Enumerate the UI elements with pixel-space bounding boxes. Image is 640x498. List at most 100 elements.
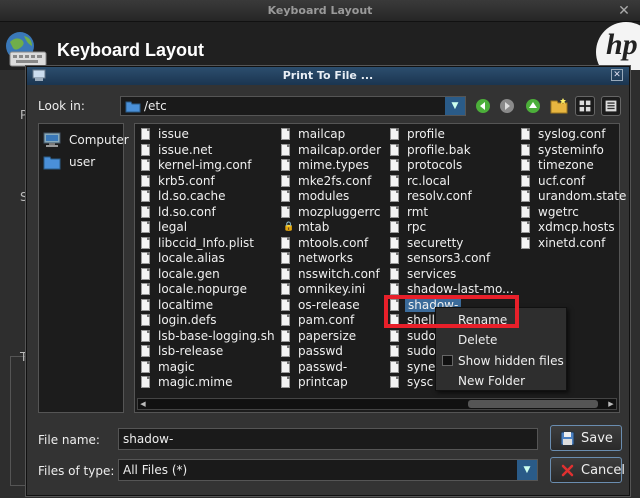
file-item[interactable]: ld.so.conf	[141, 205, 271, 221]
file-icon	[390, 252, 399, 264]
save-button-label: Save	[581, 431, 613, 446]
file-item[interactable]: systeminfo	[521, 143, 640, 159]
file-item[interactable]: rpc	[390, 220, 520, 236]
cancel-button[interactable]: Cancel	[550, 457, 625, 483]
outer-close-icon[interactable]: ✕	[616, 3, 632, 19]
file-item[interactable]: localtime	[141, 298, 271, 314]
sidebar-item-label: Computer	[69, 133, 129, 147]
file-icon	[141, 143, 150, 156]
file-item[interactable]: syslog.conf	[521, 127, 640, 143]
dialog-close-icon[interactable]: ✕	[611, 69, 623, 81]
file-item[interactable]: krb5.conf	[141, 174, 271, 190]
file-item[interactable]: rc.local	[390, 174, 520, 190]
file-icon	[281, 298, 290, 311]
file-item[interactable]: lsb-base-logging.sh	[141, 329, 275, 345]
print-to-file-dialog: Print To File ... ✕ Look in: /etc ▼ Comp…	[26, 66, 630, 496]
file-item[interactable]: sensors3.conf	[390, 251, 520, 267]
file-icon	[390, 205, 399, 218]
file-item[interactable]: securetty	[390, 236, 520, 252]
file-item[interactable]: locale.alias	[141, 251, 271, 267]
detail-view-icon[interactable]	[601, 96, 621, 116]
file-item[interactable]: magic	[141, 360, 271, 376]
folder-icon	[43, 156, 61, 170]
file-icon	[281, 128, 290, 140]
file-type-value: All Files (*)	[123, 463, 188, 477]
file-item[interactable]: locale.nopurge	[141, 282, 271, 298]
forward-arrow-icon[interactable]	[497, 96, 517, 116]
dialog-titlebar[interactable]: Print To File ... ✕	[27, 67, 629, 85]
horizontal-scrollbar[interactable]: ◀ ▶	[137, 398, 617, 410]
new-folder-icon[interactable]	[549, 96, 569, 116]
sidebar-item-user[interactable]: user	[43, 152, 123, 174]
file-icon	[390, 128, 399, 140]
file-item[interactable]: magic.mime	[141, 375, 271, 391]
menu-item-show-hidden-files[interactable]: Show hidden files	[436, 351, 566, 371]
sidebar-item-label: user	[69, 155, 96, 169]
file-item[interactable]: rmt	[390, 205, 520, 221]
look-in-label: Look in:	[38, 99, 85, 113]
back-arrow-icon[interactable]	[473, 96, 493, 116]
dialog-title: Print To File ...	[282, 69, 374, 82]
file-item[interactable]: locale.gen	[141, 267, 271, 283]
chevron-down-icon[interactable]: ▼	[445, 97, 465, 115]
outer-window-title: Keyboard Layout	[267, 4, 373, 17]
file-item[interactable]: lsb-release	[141, 344, 271, 360]
look-in-combo[interactable]: /etc ▼	[120, 96, 466, 116]
file-icon	[141, 314, 150, 326]
menu-item-new-folder[interactable]: New Folder	[436, 371, 566, 391]
file-icon	[390, 174, 399, 187]
file-icon	[281, 376, 290, 388]
file-icon	[390, 190, 399, 202]
file-icon	[521, 190, 530, 202]
file-item[interactable]: urandom.state	[521, 189, 640, 205]
save-button[interactable]: Save	[550, 425, 622, 451]
file-item[interactable]: libccid_Info.plist	[141, 236, 271, 252]
file-icon	[141, 128, 150, 140]
file-item[interactable]: timezone	[521, 158, 640, 174]
up-arrow-icon[interactable]	[523, 96, 543, 116]
file-icon	[281, 283, 290, 295]
file-icon	[390, 360, 399, 373]
file-name-label: File name:	[38, 433, 100, 447]
cancel-x-icon	[561, 464, 574, 477]
scroll-right-icon[interactable]: ▶	[606, 399, 616, 409]
chevron-down-icon[interactable]: ▼	[517, 460, 537, 480]
file-item[interactable]: services	[390, 267, 520, 283]
file-icon	[390, 221, 399, 233]
file-icon	[281, 360, 290, 373]
checkbox[interactable]	[442, 355, 453, 366]
file-icon	[390, 329, 399, 342]
outer-window-titlebar: Keyboard Layout ✕	[0, 0, 640, 22]
scroll-left-icon[interactable]: ◀	[138, 399, 148, 409]
file-item[interactable]: xinetd.conf	[521, 236, 640, 252]
menu-item-delete[interactable]: Delete	[436, 330, 566, 350]
file-item[interactable]: login.defs	[141, 313, 271, 329]
list-view-icon[interactable]	[575, 96, 595, 116]
file-item[interactable]: profile.bak	[390, 143, 520, 159]
file-item[interactable]: resolv.conf	[390, 189, 520, 205]
file-item[interactable]: issue.net	[141, 143, 271, 159]
file-icon	[141, 298, 150, 311]
file-item[interactable]: ld.so.cache	[141, 189, 271, 205]
file-icon	[281, 236, 290, 249]
file-name-input[interactable]: shadow-	[118, 428, 538, 450]
file-icon	[281, 159, 290, 171]
file-icon	[390, 345, 399, 357]
sidebar-item-computer[interactable]: Computer	[43, 130, 129, 152]
file-item[interactable]: wgetrc	[521, 205, 640, 221]
outer-heading: Keyboard Layout	[57, 40, 205, 60]
file-item[interactable]: ucf.conf	[521, 174, 640, 190]
scrollbar-thumb[interactable]	[468, 400, 598, 408]
file-item[interactable]: xdmcp.hosts	[521, 220, 640, 236]
file-icon	[141, 252, 150, 264]
file-icon	[281, 267, 290, 280]
lock-icon: 🔒	[283, 222, 295, 232]
file-icon	[141, 376, 150, 388]
file-item[interactable]: profile	[390, 127, 520, 143]
file-item[interactable]: legal	[141, 220, 271, 236]
file-type-combo[interactable]: All Files (*) ▼	[118, 459, 538, 481]
file-item[interactable]: issue	[141, 127, 271, 143]
file-icon	[141, 283, 150, 295]
file-item[interactable]: protocols	[390, 158, 520, 174]
file-item[interactable]: kernel-img.conf	[141, 158, 271, 174]
